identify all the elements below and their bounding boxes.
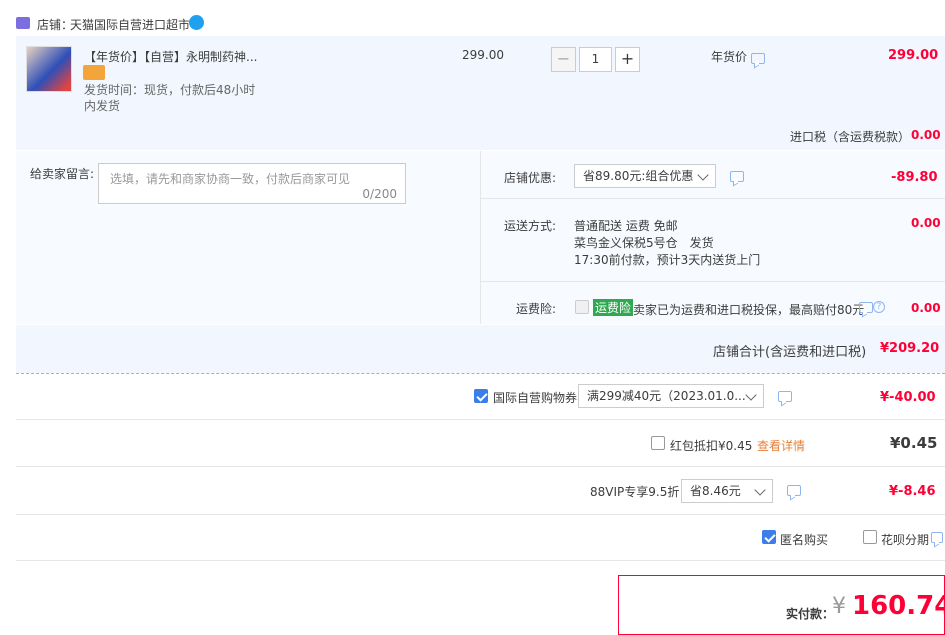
insurance-checkbox [575, 300, 589, 314]
anonymous-label: 匿名购买 [780, 533, 829, 547]
coupon-selected: 满299减40元（2023.01.0... [587, 389, 746, 403]
tax-value: 0.00 [911, 128, 941, 142]
unit-price: 299.00 [462, 48, 504, 62]
item-total: 299.00 [888, 48, 939, 63]
shipping-line3: 17:30前付款，预计3天内送货上门 [574, 253, 761, 267]
ship-time-2: 内发货 [84, 99, 121, 113]
shop-total-label: 店铺合计(含运费和进口税) [713, 345, 867, 360]
discount-value: -89.80 [891, 170, 938, 185]
vip-value: ¥-8.46 [889, 484, 936, 499]
huabei-checkbox[interactable] [863, 530, 877, 544]
coupon-checkbox[interactable] [474, 389, 488, 403]
payment-value: 160.74 [852, 591, 945, 621]
shipping-label: 运送方式: [504, 219, 557, 233]
vip-label: 88VIP专享9.5折 [590, 485, 680, 499]
insurance-badge: 运费险 [593, 299, 634, 316]
shop-name[interactable]: 天猫国际自营进口超市 [70, 16, 190, 33]
vip-selected: 省8.46元 [690, 484, 741, 498]
redpacket-checkbox[interactable] [651, 436, 665, 450]
chevron-down-icon [697, 169, 709, 181]
options-divider [480, 151, 481, 324]
payment-label: 实付款： [786, 607, 835, 621]
product-image[interactable] [26, 46, 72, 92]
chat-icon[interactable] [859, 302, 873, 313]
shop-label: 店铺： [37, 18, 74, 32]
message-count: 0/200 [362, 187, 397, 201]
message-input[interactable]: 选填，请先和商家协商一致，付款后商家可见 0/200 [98, 163, 406, 204]
redpacket-value: ¥0.45 [890, 434, 938, 452]
card-icon [83, 65, 105, 80]
insurance-label: 运费险: [516, 302, 557, 316]
payment-box: 实付款： ¥ 160.74 [618, 575, 945, 635]
insurance-value: 0.00 [911, 301, 941, 315]
chevron-down-icon [745, 389, 757, 401]
divider [16, 560, 945, 561]
coupon-select[interactable]: 满299减40元（2023.01.0... [578, 384, 764, 408]
anonymous-checkbox[interactable] [762, 530, 776, 544]
shipping-line1: 普通配送 运费 免邮 [574, 219, 678, 233]
payment-currency: ¥ [832, 594, 846, 619]
redpacket-link[interactable]: 查看详情 [757, 437, 805, 454]
shipping-line2: 菜鸟金义保税5号仓 发货 [574, 236, 714, 250]
divider [16, 514, 945, 515]
insurance-text: 卖家已为运费和进口税投保，最高赔付80元 [633, 303, 865, 317]
help-icon[interactable]: ? [873, 301, 885, 313]
dashed-divider [16, 373, 945, 374]
qty-input[interactable]: 1 [579, 47, 612, 72]
divider [16, 419, 945, 420]
vip-select[interactable]: 省8.46元 [681, 479, 773, 503]
promo-label: 年货价 [711, 50, 748, 64]
qty-minus-button[interactable]: − [551, 47, 576, 72]
chat-icon[interactable] [751, 53, 765, 64]
shop-total-value: ¥209.20 [880, 341, 940, 356]
divider [481, 198, 945, 199]
chat-icon[interactable] [730, 171, 744, 182]
chat-icon[interactable] [787, 485, 801, 496]
message-placeholder: 选填，请先和商家协商一致，付款后商家可见 [110, 172, 351, 186]
redpacket-label: 红包抵扣¥0.45 [670, 439, 753, 453]
discount-selected: 省89.80元:组合优惠 [583, 169, 694, 183]
shipping-value: 0.00 [911, 216, 941, 230]
huabei-label: 花呗分期 [881, 533, 930, 547]
chat-icon[interactable] [931, 532, 943, 543]
wangwang-icon[interactable] [189, 15, 204, 30]
chevron-down-icon [754, 484, 766, 496]
chat-icon[interactable] [778, 391, 792, 402]
shop-icon [16, 17, 30, 29]
ship-time: 发货时间：现货，付款后48小时 [84, 83, 256, 97]
divider [16, 466, 945, 467]
qty-plus-button[interactable]: + [615, 47, 640, 72]
discount-select[interactable]: 省89.80元:组合优惠 [574, 164, 716, 188]
discount-label: 店铺优惠: [504, 171, 557, 185]
message-label: 给卖家留言: [30, 167, 95, 181]
divider [481, 281, 945, 282]
coupon-label: 国际自营购物券 [493, 391, 578, 405]
item-title[interactable]: 【年货价】【自营】永明制药神... [84, 48, 257, 65]
tax-label: 进口税（含运费税款） [790, 130, 911, 144]
coupon-value: ¥-40.00 [880, 390, 936, 405]
